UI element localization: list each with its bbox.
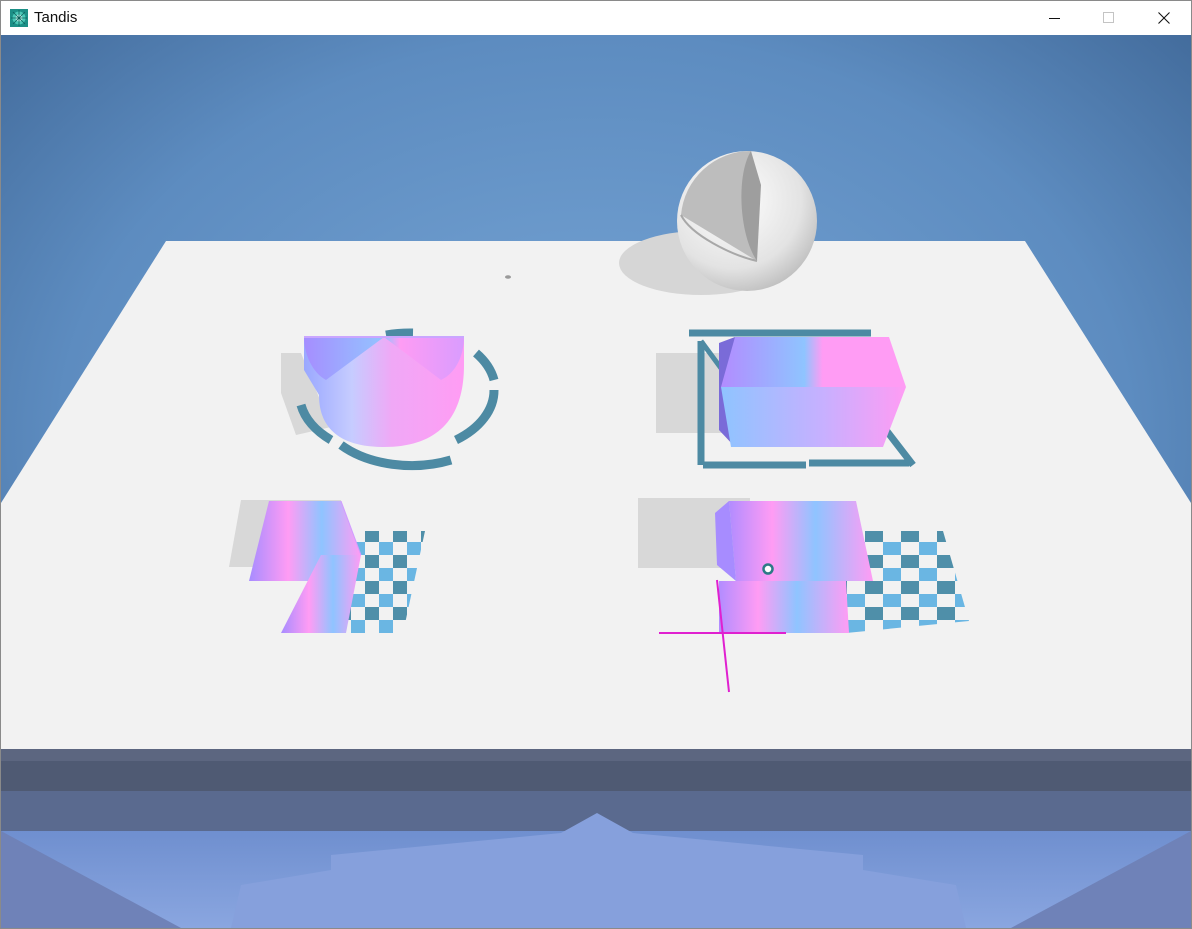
cut-sphere[interactable] (677, 150, 817, 291)
3d-viewport[interactable] (1, 35, 1191, 928)
table-apron (1, 761, 1191, 791)
close-icon (1158, 12, 1170, 24)
window-title: Tandis (34, 9, 78, 26)
tandis-app-icon (10, 9, 28, 27)
table-top[interactable] (1, 241, 1191, 749)
app-window: Tandis (0, 0, 1192, 929)
close-button[interactable] (1136, 1, 1191, 35)
vertex-handle[interactable] (762, 563, 774, 575)
maximize-button[interactable] (1081, 1, 1137, 35)
table-edge (1, 749, 1191, 761)
box-shadow (656, 353, 726, 433)
minimize-icon (1049, 18, 1060, 19)
point-marker (505, 275, 511, 279)
title-bar[interactable]: Tandis (1, 1, 1191, 35)
minimize-button[interactable] (1027, 1, 1083, 35)
scene-canvas[interactable] (1, 35, 1191, 928)
maximize-icon (1103, 12, 1114, 23)
